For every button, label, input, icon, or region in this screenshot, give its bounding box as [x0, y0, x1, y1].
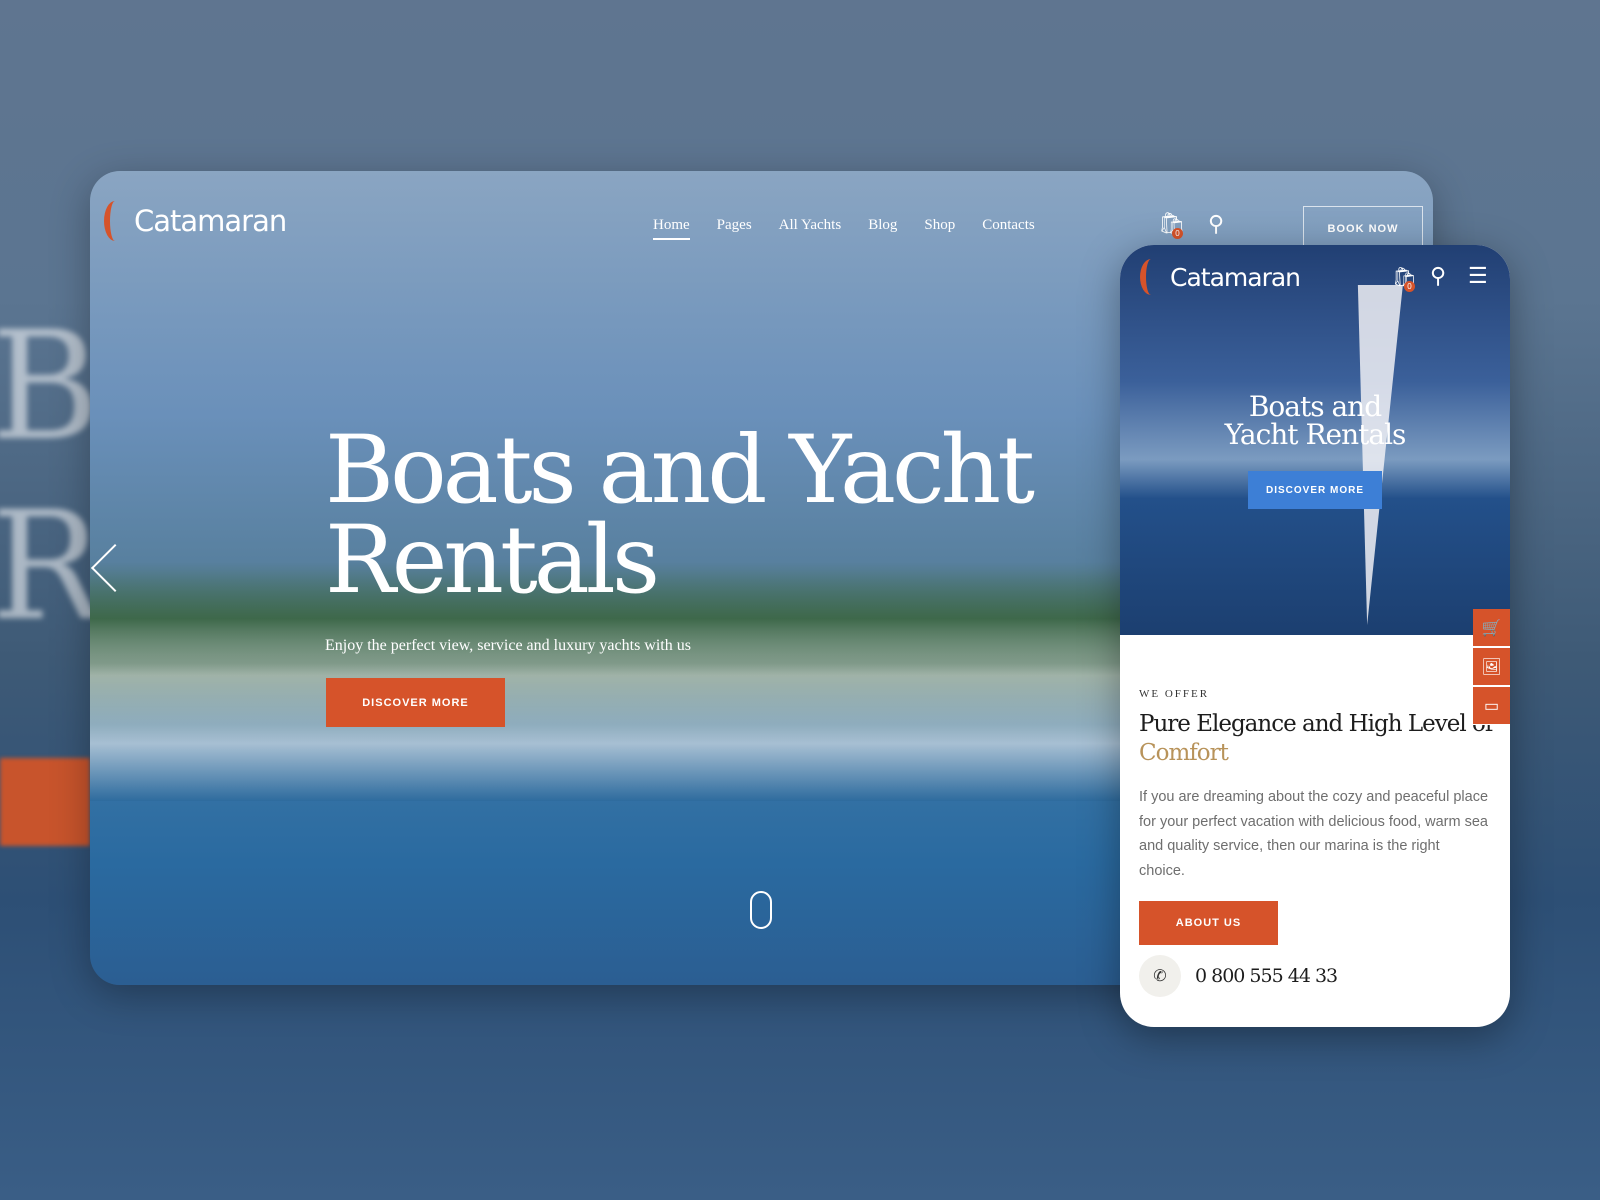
logo-text: Catamaran: [134, 204, 287, 238]
nav-home[interactable]: Home: [653, 217, 690, 240]
section-text: If you are dreaming about the cozy and p…: [1139, 789, 1489, 879]
section-title: Pure Elegance and High Level of Comfort: [1139, 710, 1509, 768]
side-browser-icon[interactable]: ▭: [1473, 687, 1510, 725]
phone-number: 0 800 555 44 33: [1195, 965, 1338, 987]
search-icon[interactable]: ⚲: [1208, 211, 1224, 237]
background-letter: R: [0, 480, 103, 654]
logo[interactable]: Catamaran: [104, 201, 287, 241]
hero-subtitle: Enjoy the perfect view, service and luxu…: [325, 637, 691, 654]
mobile-preview: Catamaran 🛍 0 ⚲ ☰ Boats and Yacht Rental…: [1120, 245, 1510, 1027]
cart-badge: 0: [1172, 228, 1183, 239]
nav-contacts[interactable]: Contacts: [982, 217, 1035, 240]
side-cart-icon[interactable]: 🛒: [1473, 609, 1510, 647]
side-image-icon[interactable]: 🖼: [1473, 648, 1510, 686]
cart-badge: 0: [1404, 281, 1415, 292]
phone-contact[interactable]: ✆ 0 800 555 44 33: [1139, 955, 1338, 997]
mobile-logo[interactable]: Catamaran: [1140, 259, 1301, 295]
about-us-button[interactable]: ABOUT US: [1139, 901, 1278, 945]
mouse-scroll-icon[interactable]: [750, 891, 772, 929]
background-button: [0, 758, 90, 846]
background-letter: B: [0, 300, 101, 474]
mobile-hero-title: Boats and Yacht Rentals: [1224, 390, 1407, 451]
sail-logo-icon: [104, 201, 126, 241]
nav-all-yachts[interactable]: All Yachts: [779, 217, 842, 240]
logo-text: Catamaran: [1170, 262, 1301, 292]
search-icon[interactable]: ⚲: [1430, 263, 1446, 289]
nav-blog[interactable]: Blog: [868, 217, 897, 240]
sail-logo-icon: [1140, 259, 1162, 295]
discover-more-button[interactable]: DISCOVER MORE: [326, 678, 505, 727]
mobile-discover-more-button[interactable]: DISCOVER MORE: [1248, 471, 1382, 509]
nav-pages[interactable]: Pages: [717, 217, 752, 240]
hero-title: Boats and Yacht Rentals: [325, 416, 1035, 615]
nav-shop[interactable]: Shop: [924, 217, 955, 240]
eyebrow: WE OFFER: [1139, 688, 1210, 700]
main-nav: Home Pages All Yachts Blog Shop Contacts: [653, 217, 1035, 240]
phone-icon: ✆: [1139, 955, 1181, 997]
title-accent: Comfort: [1139, 740, 1229, 766]
menu-icon[interactable]: ☰: [1468, 263, 1488, 289]
